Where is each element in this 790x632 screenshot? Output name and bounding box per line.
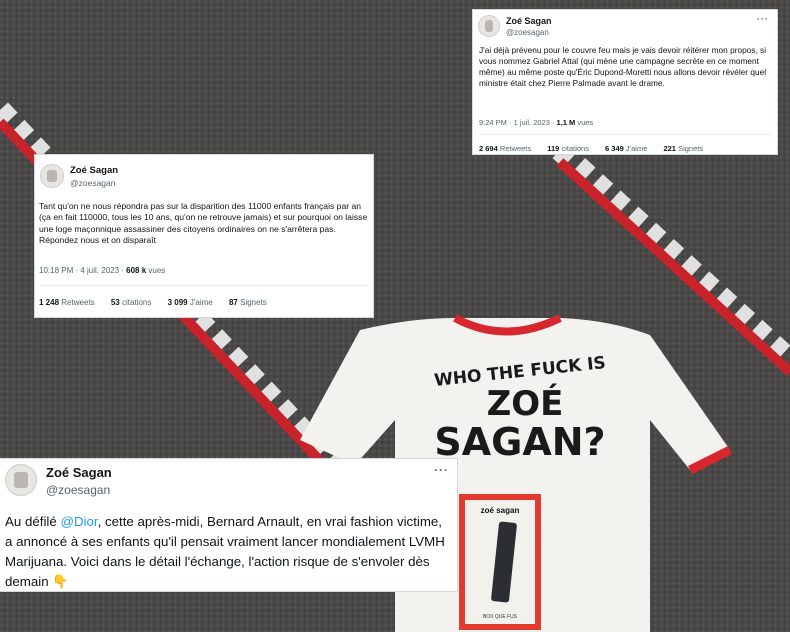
author-name[interactable]: Zoé Sagan [70,165,118,176]
time-text: 9:24 PM · 1 juil. 2023 · [479,118,557,127]
avatar[interactable] [40,164,64,188]
tweet-text-start: Au défilé [5,514,61,529]
tweet-text: Au défilé @Dior, cette après-midi, Berna… [5,512,453,592]
time-text: 10:18 PM · 4 juil. 2023 · [39,266,127,275]
usb-stick-image [490,521,518,603]
tweet-text: Tant qu'on ne nous répondra pas sur la d… [39,201,368,246]
author-handle[interactable]: @zoesagan [506,28,549,37]
avatar[interactable] [5,464,37,496]
shirt-text-line2: ZOÉ [486,384,564,424]
views-count: 608 k [126,266,147,275]
author-name[interactable]: Zoé Sagan [506,16,552,26]
stat-bookmarks[interactable]: 221 Signets [663,144,703,153]
tweet-text: J'ai déjà prévenu pour le couvre feu mai… [479,45,767,88]
tweet-stats: 1 248 Retweets 53 citations 3 099 J'aime… [39,298,281,307]
more-options-icon[interactable]: ··· [434,463,449,477]
divider [479,134,771,135]
author-name[interactable]: Zoé Sagan [46,465,112,480]
box-label: zoé sagan [480,506,520,515]
more-options-icon[interactable]: ··· [757,14,769,24]
tweet-card-top-right[interactable]: Zoé Sagan @zoesagan ··· J'ai déjà préven… [472,9,778,155]
tweet-timestamp[interactable]: 9:24 PM · 1 juil. 2023 · 1,1 M vues [479,118,593,127]
product-box: zoé sagan BOX QUE FUS [459,494,541,630]
stat-retweets[interactable]: 2 694 Retweets [479,144,531,153]
views-label: vues [575,118,594,127]
views-count: 1,1 M [556,118,576,127]
tweet-card-left[interactable]: Zoé Sagan @zoesagan Tant qu'on ne nous r… [34,154,374,318]
stat-bookmarks[interactable]: 87 Signets [229,298,267,307]
tweet-timestamp[interactable]: 10:18 PM · 4 juil. 2023 · 608 k vues [39,266,165,275]
box-footer: BOX QUE FUS [482,614,518,620]
tweet-card-bottom[interactable]: Zoé Sagan @zoesagan ··· Au défilé @Dior,… [0,458,458,592]
stat-likes[interactable]: 3 099 J'aime [168,298,213,307]
author-handle[interactable]: @zoesagan [70,178,116,188]
author-handle[interactable]: @zoesagan [46,483,110,497]
divider [39,285,369,286]
stat-quotes[interactable]: 119 citations [547,144,589,153]
dior-mention-link[interactable]: @Dior [60,514,97,529]
views-label: vues [146,266,166,275]
avatar[interactable] [478,15,500,37]
stat-retweets[interactable]: 1 248 Retweets [39,298,95,307]
tweet-stats: 2 694 Retweets 119 citations 6 349 J'aim… [479,144,717,153]
stat-likes[interactable]: 6 349 J'aime [605,144,647,153]
stat-quotes[interactable]: 53 citations [111,298,152,307]
